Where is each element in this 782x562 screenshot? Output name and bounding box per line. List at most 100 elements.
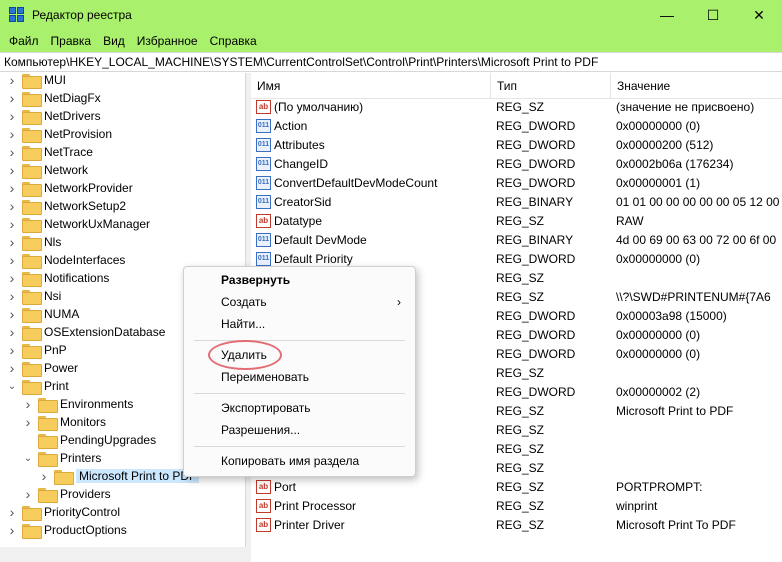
tree-item[interactable]: › OSExtensionDatabase — [6, 323, 165, 341]
tree-item[interactable]: › Monitors — [22, 413, 106, 431]
value-row[interactable]: ab (По умолчанию) REG_SZ (значение не присв… — [251, 97, 782, 116]
menu-edit[interactable]: Правка — [45, 34, 98, 48]
tree-horizontal-scrollbar[interactable] — [0, 547, 246, 562]
column-header-type[interactable]: Тип — [491, 73, 611, 99]
tree-item[interactable]: › Nls — [6, 233, 61, 251]
minimize-button[interactable]: — — [644, 0, 690, 30]
value-type: REG_SZ — [496, 403, 545, 418]
value-type: REG_SZ — [496, 498, 545, 513]
menu-view[interactable]: Вид — [97, 34, 131, 48]
chevron-right-icon[interactable]: › — [6, 143, 18, 161]
chevron-right-icon[interactable]: › — [22, 413, 34, 431]
tree-item[interactable]: › NodeInterfaces — [6, 251, 125, 269]
value-name-cell: 011 ConvertDefaultDevModeCount — [251, 175, 491, 190]
maximize-button[interactable]: ☐ — [690, 0, 736, 30]
tree-item[interactable]: › Power — [6, 359, 78, 377]
chevron-right-icon[interactable]: › — [6, 125, 18, 143]
chevron-right-icon[interactable]: › — [6, 341, 18, 359]
tree-item[interactable]: › PnP — [6, 341, 67, 359]
chevron-right-icon[interactable]: › — [6, 161, 18, 179]
chevron-right-icon[interactable]: › — [6, 503, 18, 521]
chevron-right-icon[interactable]: › — [6, 359, 18, 377]
tree-item[interactable]: PendingUpgrades — [22, 431, 156, 449]
folder-icon — [38, 451, 58, 467]
chevron-right-icon[interactable]: › — [6, 233, 18, 251]
tree-item[interactable]: › ProductOptions — [6, 521, 127, 539]
menu-item-copy-key-name[interactable]: Копировать имя раздела — [184, 450, 415, 472]
chevron-down-icon[interactable]: ⌄ — [6, 377, 18, 395]
menu-item-rename[interactable]: Переименовать — [184, 366, 415, 388]
tree-item[interactable]: › Notifications — [6, 269, 109, 287]
chevron-right-icon[interactable]: › — [6, 197, 18, 215]
tree-item-label: Power — [44, 361, 79, 375]
folder-icon — [22, 163, 42, 179]
menu-help[interactable]: Справка — [204, 34, 263, 48]
value-row[interactable]: 011 CreatorSid REG_BINARY 01 01 00 00 00 00… — [251, 192, 782, 211]
menu-file[interactable]: Файл — [3, 34, 45, 48]
value-row[interactable]: ab Port REG_SZ PORTPROMPT: — [251, 477, 782, 496]
tree-item-label: PendingUpgrades — [60, 433, 157, 447]
folder-icon — [38, 415, 58, 431]
tree-item[interactable]: › NUMA — [6, 305, 79, 323]
tree-item[interactable]: › Nsi — [6, 287, 61, 305]
menu-item-permissions[interactable]: Разрешения... — [184, 419, 415, 441]
value-row[interactable]: 011 Action REG_DWORD 0x00000000 (0) — [251, 116, 782, 135]
column-header-value[interactable]: Значение — [611, 73, 782, 99]
tree-item[interactable]: › NetTrace — [6, 143, 93, 161]
value-name: CreatorSid — [274, 194, 332, 209]
tree-item[interactable]: ⌄ Printers — [22, 449, 101, 467]
chevron-right-icon[interactable]: › — [22, 485, 34, 503]
chevron-right-icon[interactable]: › — [22, 395, 34, 413]
tree-item[interactable]: › Microsoft Print to PDF — [38, 467, 200, 485]
tree-item[interactable]: › Environments — [22, 395, 133, 413]
chevron-right-icon[interactable]: › — [6, 323, 18, 341]
value-row[interactable]: 011 Attributes REG_DWORD 0x00000200 (512) — [251, 135, 782, 154]
value-type: REG_BINARY — [496, 232, 574, 247]
address-bar[interactable]: Компьютер\HKEY_LOCAL_MACHINE\SYSTEM\Curr… — [0, 52, 782, 72]
folder-icon — [22, 307, 42, 323]
value-row[interactable]: ab Print Processor REG_SZ winprint — [251, 496, 782, 515]
tree-item[interactable]: › NetworkProvider — [6, 179, 133, 197]
tree-item[interactable]: › Network — [6, 161, 88, 179]
value-row[interactable]: 011 Default DevMode REG_BINARY 4d 00 69 00 … — [251, 230, 782, 249]
chevron-right-icon[interactable]: › — [6, 107, 18, 125]
value-name-cell: 011 Default DevMode — [251, 232, 491, 247]
tree-item[interactable]: ⌄ Print — [6, 377, 69, 395]
value-row[interactable]: ab Printer Driver REG_SZ Microsoft Print To… — [251, 515, 782, 534]
tree-item[interactable]: › NetDrivers — [6, 107, 101, 125]
menu-item-find[interactable]: Найти... — [184, 313, 415, 335]
chevron-right-icon[interactable]: › — [6, 215, 18, 233]
value-name: Port — [274, 479, 297, 494]
chevron-right-icon[interactable]: › — [6, 89, 18, 107]
value-row[interactable]: ab Datatype REG_SZ RAW — [251, 211, 782, 230]
menu-favorites[interactable]: Избранное — [131, 34, 204, 48]
tree-item[interactable]: › PriorityControl — [6, 503, 120, 521]
value-type: REG_SZ — [496, 99, 545, 114]
folder-icon — [54, 469, 74, 485]
chevron-right-icon[interactable]: › — [6, 521, 18, 539]
binary-value-icon: 011 — [256, 118, 271, 133]
chevron-down-icon[interactable]: ⌄ — [22, 449, 34, 467]
menu-item-expand[interactable]: Развернуть — [184, 269, 415, 291]
chevron-right-icon[interactable]: › — [38, 467, 50, 485]
chevron-right-icon[interactable]: › — [6, 251, 18, 269]
column-header-name[interactable]: Имя — [251, 73, 491, 99]
chevron-right-icon[interactable]: › — [6, 287, 18, 305]
binary-value-icon: 011 — [256, 175, 271, 190]
value-row[interactable]: 011 ConvertDefaultDevModeCount REG_DWORD 0x… — [251, 173, 782, 192]
close-button[interactable]: ✕ — [736, 0, 782, 30]
chevron-right-icon[interactable]: › — [6, 179, 18, 197]
tree-item-label: NetworkProvider — [44, 181, 133, 195]
tree-item[interactable]: › NetDiagFx — [6, 89, 101, 107]
chevron-right-icon[interactable]: › — [6, 305, 18, 323]
tree-item[interactable]: › NetworkSetup2 — [6, 197, 126, 215]
chevron-right-icon[interactable]: › — [6, 269, 18, 287]
value-row[interactable]: 011 ChangeID REG_DWORD 0x0002b06a (176234) — [251, 154, 782, 173]
menu-item-create[interactable]: Создать › — [184, 291, 415, 313]
tree-item[interactable]: › NetProvision — [6, 125, 112, 143]
chevron-right-icon[interactable]: › — [6, 73, 18, 89]
menu-item-export[interactable]: Экспортировать — [184, 397, 415, 419]
tree-item[interactable]: › Providers — [22, 485, 111, 503]
tree-item[interactable]: › MUI — [6, 73, 66, 89]
tree-item[interactable]: › NetworkUxManager — [6, 215, 150, 233]
